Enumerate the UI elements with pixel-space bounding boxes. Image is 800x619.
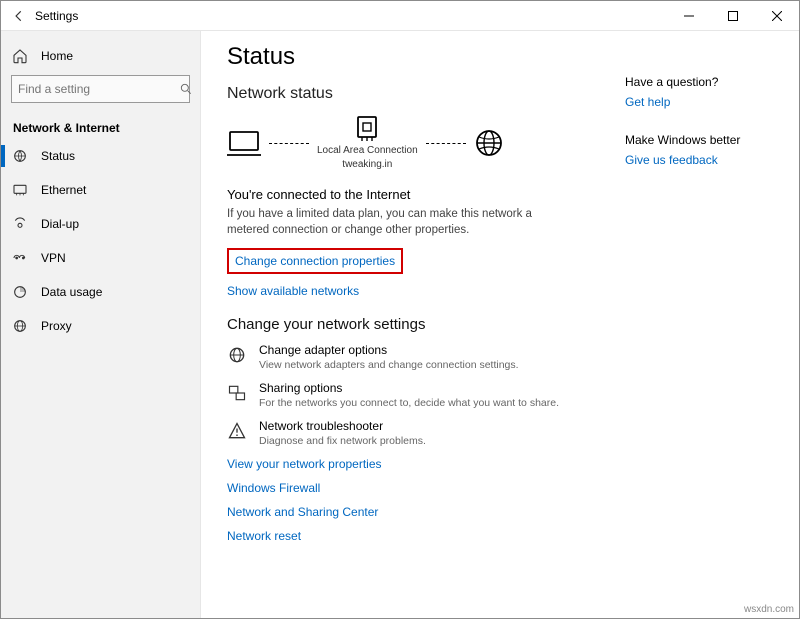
view-network-properties-link[interactable]: View your network properties xyxy=(227,457,619,471)
sharing-icon xyxy=(227,383,247,403)
aside-feedback-title: Make Windows better xyxy=(625,133,779,147)
windows-firewall-link[interactable]: Windows Firewall xyxy=(227,481,619,495)
search-field[interactable] xyxy=(12,82,179,96)
arrow-left-icon xyxy=(12,9,26,23)
aside-question: Have a question? xyxy=(625,75,779,89)
sidebar-item-label: Data usage xyxy=(41,285,102,299)
option-change-adapter[interactable]: Change adapter options View network adapt… xyxy=(227,343,619,371)
change-connection-properties-link[interactable]: Change connection properties xyxy=(235,254,395,268)
proxy-icon xyxy=(11,317,29,335)
sidebar-item-vpn[interactable]: VPN xyxy=(1,241,200,275)
sidebar-item-label: Home xyxy=(41,49,73,63)
ethernet-icon xyxy=(11,181,29,199)
sidebar-item-label: VPN xyxy=(41,251,66,265)
titlebar: Settings xyxy=(1,1,799,31)
section-network-status: Network status xyxy=(227,85,619,103)
option-label: Change adapter options xyxy=(259,343,519,357)
network-sharing-center-link[interactable]: Network and Sharing Center xyxy=(227,505,619,519)
minimize-button[interactable] xyxy=(667,1,711,31)
page-title: Status xyxy=(227,43,619,71)
show-available-networks-link[interactable]: Show available networks xyxy=(227,284,619,298)
sidebar-item-label: Status xyxy=(41,149,75,163)
home-icon xyxy=(11,47,29,65)
minimize-icon xyxy=(684,11,694,21)
connected-title: You're connected to the Internet xyxy=(227,187,619,202)
network-diagram: Local Area Connection tweaking.in xyxy=(227,115,619,171)
option-desc: For the networks you connect to, decide … xyxy=(259,397,559,409)
content: Home Network & Internet Status Ethernet … xyxy=(1,31,799,618)
connected-desc: If you have a limited data plan, you can… xyxy=(227,206,547,238)
section-change-settings: Change your network settings xyxy=(227,316,619,333)
adapter-options-icon xyxy=(227,345,247,365)
connection-subtitle: tweaking.in xyxy=(342,159,392,171)
option-label: Sharing options xyxy=(259,381,559,395)
back-button[interactable] xyxy=(5,1,33,31)
sidebar-item-home[interactable]: Home xyxy=(1,39,200,73)
get-help-link[interactable]: Get help xyxy=(625,95,779,109)
give-feedback-link[interactable]: Give us feedback xyxy=(625,153,779,167)
connection-line xyxy=(269,143,309,144)
highlight-box: Change connection properties xyxy=(227,248,403,274)
sidebar-item-status[interactable]: Status xyxy=(1,139,200,173)
maximize-icon xyxy=(728,11,738,21)
vpn-icon xyxy=(11,249,29,267)
connection-line xyxy=(426,143,466,144)
option-label: Network troubleshooter xyxy=(259,419,426,433)
sidebar-item-datausage[interactable]: Data usage xyxy=(1,275,200,309)
search-input[interactable] xyxy=(11,75,190,103)
maximize-button[interactable] xyxy=(711,1,755,31)
sidebar-item-ethernet[interactable]: Ethernet xyxy=(1,173,200,207)
data-usage-icon xyxy=(11,283,29,301)
network-reset-link[interactable]: Network reset xyxy=(227,529,619,543)
globe-icon xyxy=(474,128,504,158)
adapter-icon: Local Area Connection tweaking.in xyxy=(317,115,418,171)
computer-icon xyxy=(227,129,261,157)
sidebar-item-label: Ethernet xyxy=(41,183,86,197)
close-button[interactable] xyxy=(755,1,799,31)
sidebar-section-header: Network & Internet xyxy=(1,113,200,139)
sidebar-item-proxy[interactable]: Proxy xyxy=(1,309,200,343)
aside-panel: Have a question? Get help Make Windows b… xyxy=(619,43,779,608)
connection-name: Local Area Connection xyxy=(317,145,418,157)
sidebar: Home Network & Internet Status Ethernet … xyxy=(1,31,201,618)
window-title: Settings xyxy=(33,9,667,23)
sidebar-item-dialup[interactable]: Dial-up xyxy=(1,207,200,241)
search-icon xyxy=(179,82,193,96)
troubleshooter-icon xyxy=(227,421,247,441)
option-sharing[interactable]: Sharing options For the networks you conn… xyxy=(227,381,619,409)
settings-window: Settings Home Network & Internet Status xyxy=(0,0,800,619)
sidebar-item-label: Dial-up xyxy=(41,217,79,231)
option-desc: Diagnose and fix network problems. xyxy=(259,435,426,447)
close-icon xyxy=(772,11,782,21)
main-panel: Status Network status Local Area Connect… xyxy=(201,31,799,618)
sidebar-item-label: Proxy xyxy=(41,319,72,333)
status-icon xyxy=(11,147,29,165)
option-desc: View network adapters and change connect… xyxy=(259,359,519,371)
option-troubleshooter[interactable]: Network troubleshooter Diagnose and fix n… xyxy=(227,419,619,447)
watermark: wsxdn.com xyxy=(744,604,794,615)
dialup-icon xyxy=(11,215,29,233)
